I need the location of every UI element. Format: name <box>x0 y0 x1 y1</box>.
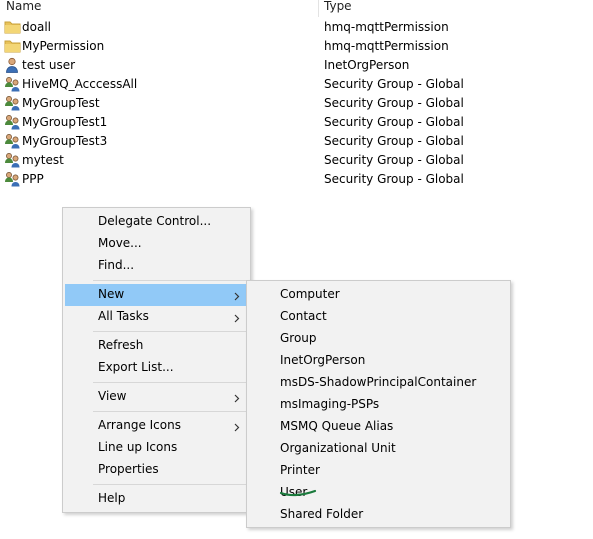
submenu-item-printer[interactable]: Printer <box>249 460 508 482</box>
list-item[interactable]: doall hmq-mqttPermission <box>0 18 593 37</box>
list-item[interactable]: HiveMQ_AcccessAll Security Group - Globa… <box>0 75 593 94</box>
list-item[interactable]: test user InetOrgPerson <box>0 56 593 75</box>
menu-item-arrange-icons[interactable]: Arrange Icons <box>65 415 248 437</box>
menu-item-export-list[interactable]: Export List... <box>65 357 248 379</box>
item-name: mytest <box>22 153 64 167</box>
context-menu: Delegate Control... Move... Find... New … <box>62 207 251 513</box>
menu-separator <box>93 411 248 412</box>
submenu-item-shared-folder[interactable]: Shared Folder <box>249 504 508 526</box>
menu-item-help[interactable]: Help <box>65 488 248 510</box>
group-icon <box>4 76 21 92</box>
menu-item-label: Organizational Unit <box>280 441 396 455</box>
item-name: test user <box>22 58 76 72</box>
submenu-item-msds-shadowprincipalcontainer[interactable]: msDS-ShadowPrincipalContainer <box>249 372 508 394</box>
item-type: InetOrgPerson <box>324 58 410 72</box>
menu-item-label: InetOrgPerson <box>280 353 366 367</box>
group-icon <box>4 171 21 187</box>
menu-separator <box>93 382 248 383</box>
menu-item-label: MSMQ Queue Alias <box>280 419 394 433</box>
column-header-name[interactable]: Name <box>6 0 318 16</box>
menu-item-new[interactable]: New <box>65 284 248 306</box>
item-name: HiveMQ_AcccessAll <box>22 77 138 91</box>
list-view: Name Type doall hmq-mqttPermission MyPer… <box>0 0 593 200</box>
submenu-item-organizational-unit[interactable]: Organizational Unit <box>249 438 508 460</box>
chevron-right-icon <box>234 312 240 323</box>
group-icon <box>4 95 21 111</box>
menu-item-label: Export List... <box>98 360 174 374</box>
chevron-right-icon <box>234 421 240 432</box>
item-name: MyPermission <box>22 39 105 53</box>
item-name: PPP <box>22 172 44 186</box>
chevron-right-icon <box>234 392 240 403</box>
group-icon <box>4 114 21 130</box>
menu-item-line-up-icons[interactable]: Line up Icons <box>65 437 248 459</box>
menu-item-label: All Tasks <box>98 309 149 323</box>
chevron-right-icon <box>234 290 240 301</box>
menu-item-label: Properties <box>98 462 159 476</box>
item-name: MyGroupTest1 <box>22 115 108 129</box>
menu-separator <box>93 280 248 281</box>
folder-icon <box>4 19 21 35</box>
submenu-item-inetorgperson[interactable]: InetOrgPerson <box>249 350 508 372</box>
submenu-item-msimaging-psps[interactable]: msImaging-PSPs <box>249 394 508 416</box>
menu-item-refresh[interactable]: Refresh <box>65 335 248 357</box>
submenu-item-contact[interactable]: Contact <box>249 306 508 328</box>
item-type: hmq-mqttPermission <box>324 20 449 34</box>
menu-item-label: Printer <box>280 463 320 477</box>
menu-item-label: Group <box>280 331 317 345</box>
menu-separator <box>93 484 248 485</box>
menu-item-label: Contact <box>280 309 327 323</box>
submenu-item-computer[interactable]: Computer <box>249 284 508 306</box>
menu-item-move[interactable]: Move... <box>65 233 248 255</box>
menu-item-delegate-control[interactable]: Delegate Control... <box>65 211 248 233</box>
list-item[interactable]: PPP Security Group - Global <box>0 170 593 189</box>
user-icon <box>4 57 21 73</box>
menu-item-label: View <box>98 389 127 403</box>
column-header-type[interactable]: Type <box>324 0 584 16</box>
menu-item-label: Move... <box>98 236 142 250</box>
menu-item-label: Arrange Icons <box>98 418 181 432</box>
group-icon <box>4 133 21 149</box>
item-type: Security Group - Global <box>324 172 464 186</box>
item-type: Security Group - Global <box>324 134 464 148</box>
menu-item-label: Refresh <box>98 338 144 352</box>
item-name: MyGroupTest3 <box>22 134 108 148</box>
menu-item-find[interactable]: Find... <box>65 255 248 277</box>
menu-item-label: msImaging-PSPs <box>280 397 380 411</box>
group-icon <box>4 152 21 168</box>
menu-item-label: Computer <box>280 287 340 301</box>
list-item[interactable]: MyGroupTest3 Security Group - Global <box>0 132 593 151</box>
list-item[interactable]: MyPermission hmq-mqttPermission <box>0 37 593 56</box>
menu-item-label: Find... <box>98 258 135 272</box>
menu-item-label: msDS-ShadowPrincipalContainer <box>280 375 477 389</box>
menu-item-label: Delegate Control... <box>98 214 212 228</box>
list-item[interactable]: MyGroupTest Security Group - Global <box>0 94 593 113</box>
list-item[interactable]: MyGroupTest1 Security Group - Global <box>0 113 593 132</box>
item-type: Security Group - Global <box>324 77 464 91</box>
user-annotation-underline <box>279 489 317 497</box>
item-type: Security Group - Global <box>324 96 464 110</box>
menu-item-label: Help <box>98 491 126 505</box>
item-type: Security Group - Global <box>324 153 464 167</box>
submenu-item-group[interactable]: Group <box>249 328 508 350</box>
item-type: Security Group - Global <box>324 115 464 129</box>
menu-item-view[interactable]: View <box>65 386 248 408</box>
submenu-item-msmq-queue-alias[interactable]: MSMQ Queue Alias <box>249 416 508 438</box>
column-separator[interactable] <box>318 0 319 17</box>
list-item[interactable]: mytest Security Group - Global <box>0 151 593 170</box>
menu-item-label: Line up Icons <box>98 440 178 454</box>
folder-icon <box>4 38 21 54</box>
menu-separator <box>93 331 248 332</box>
menu-item-all-tasks[interactable]: All Tasks <box>65 306 248 328</box>
item-type: hmq-mqttPermission <box>324 39 449 53</box>
item-name: doall <box>22 20 51 34</box>
item-name: MyGroupTest <box>22 96 100 110</box>
menu-item-label: New <box>98 287 125 301</box>
menu-item-label: Shared Folder <box>280 507 364 521</box>
menu-item-properties[interactable]: Properties <box>65 459 248 481</box>
